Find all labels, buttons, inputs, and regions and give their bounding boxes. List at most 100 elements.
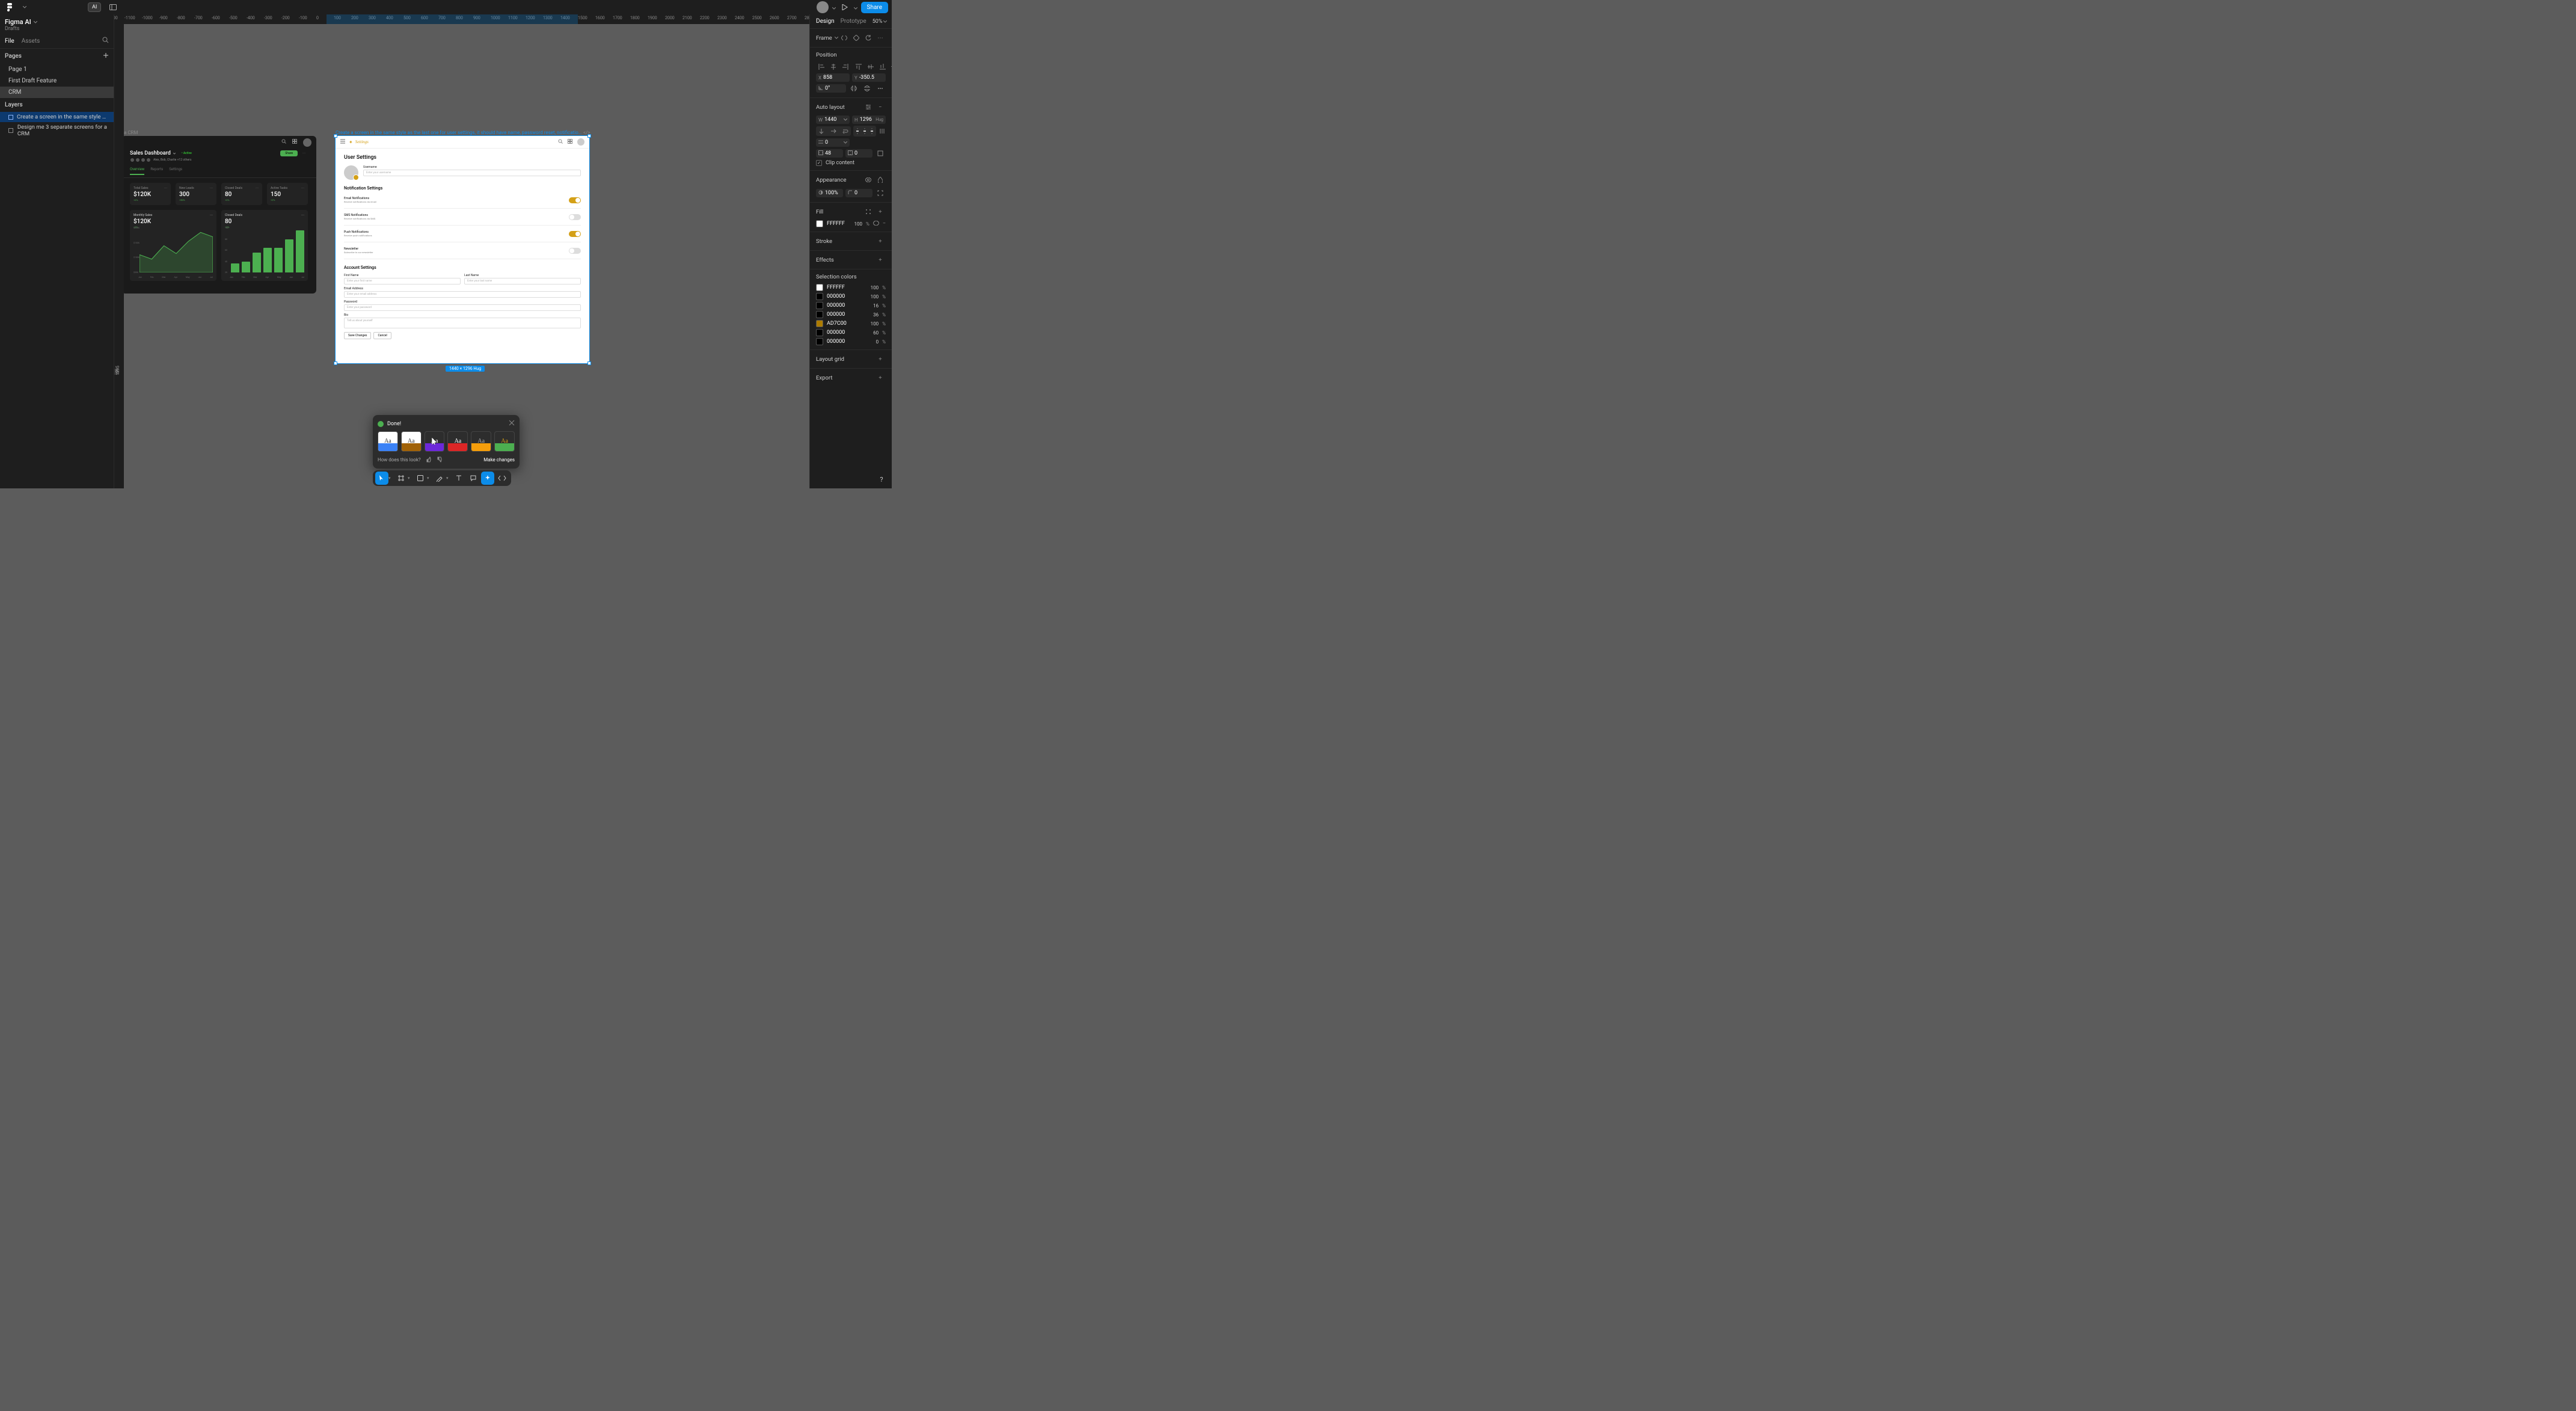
fill-opacity[interactable]: 100	[854, 221, 862, 227]
al-remove[interactable]: −	[875, 102, 886, 112]
zoom-control[interactable]: 50%	[872, 19, 888, 25]
frame-label[interactable]: Create a screen in the same style as the…	[336, 130, 582, 135]
email-input[interactable]: Enter your email address	[344, 291, 581, 298]
radius-individual[interactable]	[875, 188, 886, 198]
color-pct[interactable]: 100	[871, 285, 879, 290]
color-swatch[interactable]	[816, 320, 823, 327]
color-pct[interactable]: 100	[871, 294, 879, 300]
last-name-input[interactable]: Enter your last name	[464, 278, 581, 284]
frame-tool-chevron[interactable]: ▾	[408, 476, 412, 481]
ai-tool[interactable]	[481, 472, 494, 485]
selection-color-row[interactable]: 00000036%	[816, 311, 886, 318]
more-position[interactable]	[875, 84, 886, 93]
fill-styles[interactable]	[863, 207, 874, 217]
selection-color-row[interactable]: 00000016%	[816, 302, 886, 309]
blend-icon[interactable]	[875, 175, 886, 185]
gap-input[interactable]: 0	[816, 138, 850, 147]
color-hex[interactable]: 000000	[827, 330, 869, 336]
move-tool-chevron[interactable]: ▾	[388, 476, 393, 481]
search-button[interactable]	[102, 37, 109, 45]
thumbs-up[interactable]	[426, 456, 432, 464]
more-icon[interactable]: ⋯	[875, 33, 886, 43]
selection-handle[interactable]	[587, 361, 591, 365]
style-swatch[interactable]: Aa	[471, 431, 491, 452]
color-pct[interactable]: 16	[873, 303, 879, 309]
color-swatch[interactable]	[816, 293, 823, 300]
padding-h-input[interactable]: 48	[816, 149, 843, 158]
effects-add[interactable]: +	[875, 255, 886, 265]
dir-vertical[interactable]	[816, 126, 827, 136]
flip-h[interactable]	[848, 84, 859, 93]
color-hex[interactable]: 000000	[827, 303, 869, 309]
align-bottom[interactable]	[877, 62, 888, 72]
page-item[interactable]: First Draft Feature	[0, 75, 114, 87]
padding-individual[interactable]	[875, 149, 886, 158]
toggle[interactable]	[569, 197, 581, 203]
align-left[interactable]	[816, 62, 827, 72]
fill-hex[interactable]: FFFFFF	[827, 221, 850, 227]
align-top[interactable]	[853, 62, 864, 72]
pen-tool-chevron[interactable]: ▾	[446, 476, 451, 481]
thumbs-down[interactable]	[437, 456, 443, 464]
stroke-add[interactable]: +	[875, 236, 886, 246]
dash-tab-overview[interactable]: Overview	[130, 165, 144, 175]
stat-more[interactable]: ⋯	[164, 186, 167, 190]
toggle[interactable]	[569, 231, 581, 237]
opacity-input[interactable]: 100%	[816, 189, 843, 197]
user-avatar[interactable]	[344, 165, 358, 180]
color-swatch[interactable]	[816, 311, 823, 318]
fill-row[interactable]: FFFFFF 100 % −	[816, 220, 886, 227]
align-right[interactable]	[840, 62, 851, 72]
close-button[interactable]	[509, 420, 515, 428]
search-icon[interactable]	[281, 139, 289, 146]
dev-icon[interactable]	[839, 33, 850, 43]
lg-add[interactable]: +	[875, 354, 886, 364]
padding-v-input[interactable]: 0	[845, 149, 872, 158]
dir-wrap[interactable]	[840, 126, 851, 136]
x-input[interactable]: X858	[816, 73, 850, 82]
align-more[interactable]: ⋯	[891, 62, 892, 72]
selection-color-row[interactable]: 000000100%	[816, 293, 886, 300]
dash-avatar[interactable]	[303, 138, 311, 147]
color-swatch[interactable]	[816, 329, 823, 336]
style-swatch[interactable]: Aa	[378, 431, 398, 452]
frame-dashboard[interactable]: Sales Dashboard • Active Share ⋯ Alex, B…	[124, 136, 316, 294]
comment-tool[interactable]	[467, 472, 480, 485]
save-button[interactable]: Save Changes	[344, 332, 371, 339]
ai-badge[interactable]: AI	[88, 2, 101, 12]
move-tool[interactable]	[375, 472, 388, 485]
search-icon[interactable]	[558, 139, 564, 145]
clip-content-check[interactable]: Clip content	[816, 160, 886, 166]
color-pct[interactable]: 0	[876, 339, 879, 345]
align-hcenter[interactable]	[828, 62, 839, 72]
reset-icon[interactable]	[863, 33, 874, 43]
al-settings[interactable]	[863, 102, 874, 112]
panel-toggle[interactable]	[107, 1, 119, 13]
component-icon[interactable]	[851, 33, 862, 43]
chart-more[interactable]: ⋯	[210, 214, 213, 217]
fill-remove[interactable]: −	[883, 221, 886, 227]
color-pct[interactable]: 100	[871, 321, 879, 327]
add-page[interactable]	[103, 52, 109, 60]
layer-item[interactable]: Create a screen in the same style as the…	[0, 112, 114, 122]
frame-settings[interactable]: ✦ Settings User Settings Username Enter …	[336, 136, 589, 363]
dir-horizontal[interactable]	[828, 126, 839, 136]
text-tool[interactable]	[452, 472, 465, 485]
color-swatch[interactable]	[816, 302, 823, 309]
export-add[interactable]: +	[875, 373, 886, 383]
toggle[interactable]	[569, 248, 581, 254]
style-swatch[interactable]: Aa	[447, 431, 468, 452]
fill-swatch[interactable]	[816, 220, 823, 227]
color-hex[interactable]: 000000	[827, 312, 869, 318]
shape-tool[interactable]	[414, 472, 427, 485]
rotation-input[interactable]: 0°	[816, 84, 846, 93]
cancel-button[interactable]: Cancel	[373, 332, 391, 339]
shape-tool-chevron[interactable]: ▾	[427, 476, 432, 481]
help-button[interactable]: ?	[876, 474, 887, 485]
dash-share-button[interactable]: Share	[280, 150, 298, 156]
page-item[interactable]: Page 1	[0, 64, 114, 75]
tab-file[interactable]: File	[5, 38, 14, 45]
color-pct[interactable]: 60	[873, 330, 879, 336]
selection-handle[interactable]	[334, 361, 337, 365]
frame-type[interactable]: Frame	[816, 35, 832, 42]
